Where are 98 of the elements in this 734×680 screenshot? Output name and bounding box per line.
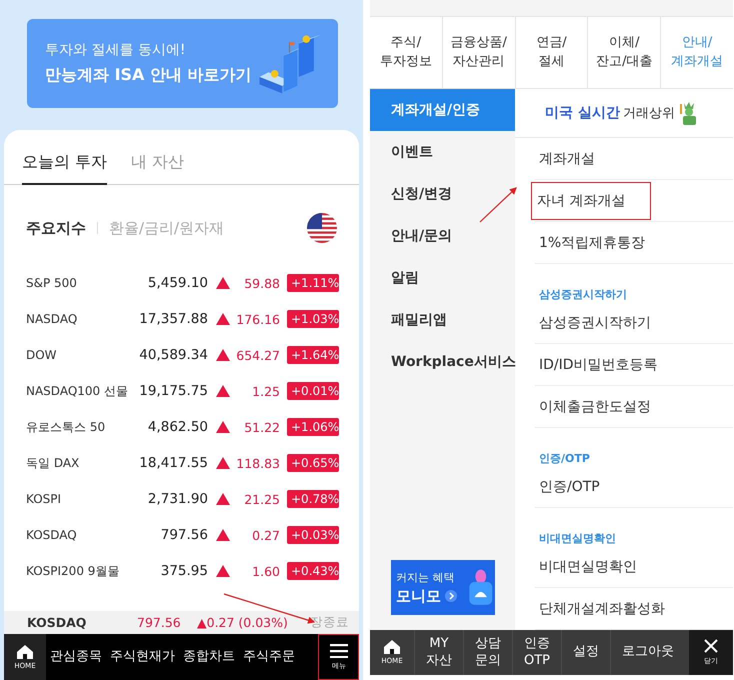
percent-badge: +0.03% <box>287 526 339 544</box>
menu-category[interactable]: 이벤트 <box>370 131 515 173</box>
banner-title: 만능계좌 ISA 안내 바로가기 <box>45 65 252 86</box>
change-value: 21.25 <box>243 492 280 506</box>
promo-title: 모니모 <box>396 586 441 606</box>
menu-link[interactable]: 계좌개설 <box>539 150 595 168</box>
index-name: 독일 DAX <box>26 454 80 472</box>
section-tab[interactable]: 주요지수 <box>26 218 86 238</box>
category-tab[interactable]: 이체/ 잔고/대출 <box>587 17 660 88</box>
up-triangle-icon <box>216 421 230 433</box>
nav-item[interactable]: 관심종목 <box>46 634 106 680</box>
menu-category[interactable]: 계좌개설/인증 <box>370 89 515 131</box>
market-status: 장종료 <box>310 614 349 631</box>
nav-item[interactable]: 인증 OTP <box>512 630 562 675</box>
up-triangle-icon <box>216 313 230 325</box>
index-name: KOSPI200 9월물 <box>26 562 120 580</box>
nav-item[interactable]: 주식주문 <box>239 634 299 680</box>
menu-link[interactable]: 자녀 계좌개설 <box>531 182 652 220</box>
change-value: 0.27 <box>251 528 280 542</box>
menu-link[interactable]: 단체개설계좌활성화 <box>539 600 665 618</box>
index-value: 17,357.88 <box>138 311 208 327</box>
category-tab[interactable]: 금융상품/ 자산관리 <box>442 17 515 88</box>
menu-category[interactable]: 안내/문의 <box>370 215 515 257</box>
section-heading: 인증/OTP <box>539 451 590 466</box>
change-value: 59.88 <box>243 276 280 290</box>
banner-text: 거래상위 <box>622 105 675 122</box>
tab[interactable]: 오늘의 투자 <box>22 148 108 185</box>
chevron-icon <box>445 590 457 602</box>
home-icon <box>384 640 400 654</box>
menu-category[interactable]: 신청/변경 <box>370 173 515 215</box>
close-icon <box>704 639 718 653</box>
index-name: DOW <box>26 348 58 362</box>
menu-link[interactable]: 1%적립제휴통장 <box>539 234 646 252</box>
percent-badge: +1.64% <box>287 346 339 364</box>
menu-category[interactable]: 알림 <box>370 257 515 299</box>
menu-category[interactable]: 패밀리앱 <box>370 299 515 341</box>
banner-highlight: 미국 실시간 <box>545 104 620 122</box>
promo-subtitle: 커지는 혜택 <box>396 570 456 584</box>
menu-link[interactable]: ID/ID비밀번호등록 <box>539 356 658 374</box>
percent-badge: +0.01% <box>287 382 339 400</box>
percent-badge: +1.06% <box>287 418 339 436</box>
menu-icon <box>330 644 348 658</box>
nav-item[interactable]: MY 자산 <box>414 630 463 675</box>
trending-banner[interactable]: 미국 실시간 거래상위 <box>515 89 733 138</box>
category-tab[interactable]: 연금/ 절세 <box>514 17 588 88</box>
nav-item[interactable]: 주식현재가 <box>106 634 179 680</box>
up-triangle-icon <box>216 565 230 577</box>
percent-badge: +1.03% <box>287 310 339 328</box>
section-heading: 삼성증권시작하기 <box>539 287 627 302</box>
percent-badge: +1.11% <box>287 274 339 292</box>
change-value: 1.60 <box>251 564 280 578</box>
index-value: 797.56 <box>160 527 208 543</box>
ticker-value: 797.56 <box>137 615 182 630</box>
us-flag-icon[interactable] <box>307 213 337 243</box>
category-tab[interactable]: 주식/ 투자정보 <box>370 17 442 88</box>
ticker-name: KOSDAQ <box>27 615 88 630</box>
menu-category[interactable]: Workplace서비스 <box>370 341 515 383</box>
change-value: 118.83 <box>235 456 280 470</box>
index-name: S&P 500 <box>26 276 78 290</box>
menu-link[interactable]: 인증/OTP <box>539 478 600 496</box>
percent-badge: +0.43% <box>287 562 339 580</box>
index-name: NASDAQ100 선물 <box>26 382 129 400</box>
index-name: KOSDAQ <box>26 528 78 542</box>
ticker-change: ▲0.27 (0.03%) <box>197 615 288 630</box>
index-value: 2,731.90 <box>146 491 208 507</box>
section-heading: 비대면실명확인 <box>539 531 616 546</box>
change-value: 51.22 <box>243 420 280 434</box>
up-triangle-icon <box>216 349 230 361</box>
menu-link[interactable]: 비대면실명확인 <box>539 558 637 576</box>
percent-badge: +0.78% <box>287 490 339 508</box>
percent-badge: +0.65% <box>287 454 339 472</box>
index-name: NASDAQ <box>26 312 78 326</box>
menu-link[interactable]: 삼성증권시작하기 <box>539 314 651 332</box>
index-name: 유로스톡스 50 <box>26 418 106 436</box>
index-value: 19,175.75 <box>138 383 208 399</box>
app-icon <box>467 568 493 606</box>
index-value: 5,459.10 <box>146 275 208 291</box>
up-triangle-icon <box>216 493 230 505</box>
index-value: 375.95 <box>160 563 208 579</box>
index-name: KOSPI <box>26 492 62 506</box>
up-triangle-icon <box>216 277 230 289</box>
index-value: 40,589.34 <box>138 347 208 363</box>
promo-card[interactable]: 커지는 혜택 모니모 <box>391 560 495 615</box>
nav-item[interactable]: 상담 문의 <box>463 630 512 675</box>
up-triangle-icon <box>216 529 230 541</box>
change-value: 1.25 <box>251 384 280 398</box>
home-icon <box>17 644 33 658</box>
index-value: 4,862.50 <box>146 419 208 435</box>
change-value: 654.27 <box>235 348 280 362</box>
nav-item[interactable]: 종합차트 <box>179 634 239 680</box>
change-value: 176.16 <box>235 312 280 326</box>
up-triangle-icon <box>216 385 230 397</box>
nav-item[interactable]: 로그아웃 <box>610 630 686 675</box>
up-triangle-icon <box>216 457 230 469</box>
nav-item[interactable]: 설정 <box>561 630 610 675</box>
index-value: 18,417.55 <box>138 455 208 471</box>
banner-subtitle: 투자와 절세를 동시에! <box>45 41 187 59</box>
menu-link[interactable]: 이체출금한도설정 <box>539 398 651 416</box>
